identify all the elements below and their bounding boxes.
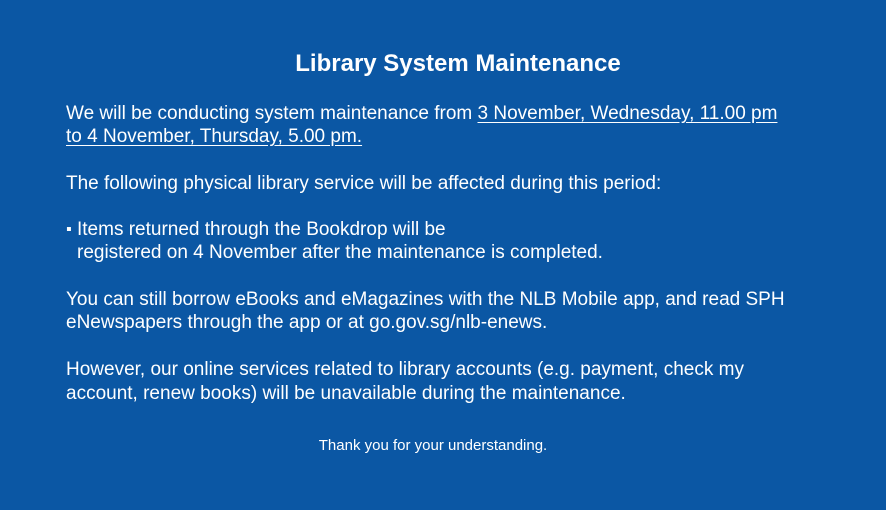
ebooks-line-1: You can still borrow eBooks and eMagazin… [66, 289, 785, 310]
online-services-paragraph: However, our online services related to … [66, 358, 846, 406]
maintenance-period-start: 3 November, Wednesday, 11.00 pm [477, 103, 778, 124]
maintenance-period-paragraph: We will be conducting system maintenance… [66, 102, 846, 148]
closing-message: Thank you for your understanding. [318, 437, 548, 454]
online-services-line-1: However, our online services related to … [66, 359, 744, 380]
bullet-icon: ▪ [66, 221, 72, 238]
bookdrop-line-1: Items returned through the Bookdrop will… [77, 219, 446, 240]
affected-services-heading: The following physical library service w… [66, 173, 662, 194]
ebooks-paragraph: You can still borrow eBooks and eMagazin… [66, 288, 846, 334]
maintenance-period-end: to 4 November, Thursday, 5.00 pm. [66, 126, 363, 147]
notice-title: Library System Maintenance [295, 50, 621, 77]
bookdrop-line-2: registered on 4 November after the maint… [77, 242, 603, 263]
intro-text: We will be conducting system maintenance… [66, 103, 478, 124]
maintenance-notice: Library System Maintenance We will be co… [0, 0, 886, 510]
online-services-line-2: account, renew books) will be unavailabl… [66, 383, 626, 404]
bookdrop-bullet-item: ▪ Items returned through the Bookdrop wil… [66, 218, 846, 264]
ebooks-line-2: eNewspapers through the app or at go.gov… [66, 312, 548, 333]
